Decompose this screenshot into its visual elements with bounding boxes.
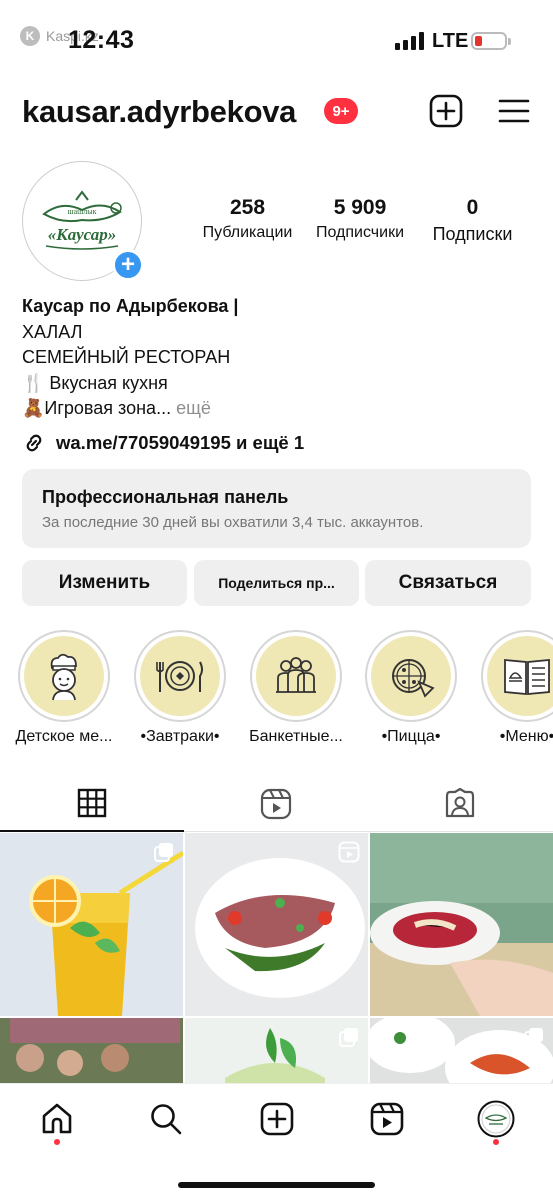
stat-posts[interactable]: 258 Публикации xyxy=(195,196,300,242)
highlight-label: •Меню• xyxy=(499,728,553,745)
post-thumbnail[interactable] xyxy=(185,1018,368,1083)
profile-avatar[interactable]: шашлык «Каусар» + xyxy=(22,161,146,285)
contact-button[interactable]: Связаться xyxy=(365,560,531,606)
tab-reels[interactable] xyxy=(184,776,368,832)
highlight-label: •Пицца• xyxy=(381,728,441,745)
profile-name: Каусар по Адырбекова | xyxy=(22,296,239,316)
status-bar: K Kaspi.kz 12:43 LTE xyxy=(0,0,553,80)
nav-reels[interactable] xyxy=(367,1099,407,1139)
search-icon xyxy=(151,1104,182,1135)
profile-notification-dot xyxy=(493,1139,499,1145)
highlight-label: Детское ме... xyxy=(15,728,113,745)
svg-text:шашлык: шашлык xyxy=(67,207,96,216)
nav-home[interactable] xyxy=(37,1099,77,1139)
bio-line: СЕМЕЙНЫЙ РЕСТОРАН xyxy=(22,347,231,367)
plate-cutlery-icon xyxy=(156,661,203,692)
battery-icon xyxy=(471,32,511,50)
profile-avatar-icon xyxy=(477,1100,515,1138)
network-type: LTE xyxy=(432,30,469,52)
tagged-icon xyxy=(445,788,475,818)
nav-profile[interactable] xyxy=(476,1099,516,1139)
event-image xyxy=(0,1018,183,1083)
professional-dashboard[interactable]: Профессиональная панель За последние 30 … xyxy=(22,469,531,548)
create-icon xyxy=(260,1102,294,1136)
account-switcher-username[interactable]: kausar.adyrbekova xyxy=(22,94,296,130)
nav-create[interactable] xyxy=(257,1099,297,1139)
bio-more-link[interactable]: ещё xyxy=(171,398,211,418)
pizza-icon xyxy=(392,659,435,698)
watermark-logo-icon: K xyxy=(20,26,40,46)
share-profile-button[interactable]: Поделиться пр... xyxy=(194,560,359,606)
menu-book-icon xyxy=(504,659,550,695)
signal-icon xyxy=(395,32,424,50)
posts-grid xyxy=(0,833,553,1083)
link-icon xyxy=(26,434,42,452)
highlight-pizza[interactable]: •Пицца• xyxy=(365,630,457,745)
stat-value: 5 909 xyxy=(333,196,387,219)
multi-post-icon xyxy=(339,1028,358,1047)
clock: 12:43 xyxy=(68,26,135,54)
post-thumbnail[interactable] xyxy=(0,833,183,1016)
plus-square-icon[interactable] xyxy=(429,94,463,128)
post-thumbnail[interactable] xyxy=(370,1018,553,1083)
bio-line: 🍴 Вкусная кухня xyxy=(22,372,168,393)
multi-post-icon xyxy=(524,1028,543,1047)
stat-value: 0 xyxy=(466,196,479,219)
post-thumbnail[interactable] xyxy=(370,833,553,1016)
reels-icon xyxy=(260,788,292,820)
post-thumbnail[interactable] xyxy=(0,1018,183,1083)
panel-subtitle: За последние 30 дней вы охватили 3,4 тыс… xyxy=(42,514,424,531)
bio-line: 🧸Игровая зона... ещё xyxy=(22,396,532,422)
hamburger-menu-icon[interactable] xyxy=(497,94,531,128)
reels-icon xyxy=(338,841,360,863)
profile-stats: 258 Публикации 5 909 Подписчики 0 Подпис… xyxy=(190,196,530,256)
highlight-label: Банкетные... xyxy=(249,728,343,745)
highlight-banquet[interactable]: Банкетные... xyxy=(249,630,343,745)
reels-icon xyxy=(370,1102,404,1136)
edit-profile-button[interactable]: Изменить xyxy=(22,560,187,606)
profile-bio: Каусар по Адырбекова | ХАЛАЛ СЕМЕЙНЫЙ РЕ… xyxy=(22,294,532,422)
highlight-breakfast[interactable]: •Завтраки• xyxy=(134,630,226,745)
highlight-kids-menu[interactable]: Детское ме... xyxy=(15,630,113,745)
grid-icon xyxy=(77,788,107,818)
stat-label: Подписки xyxy=(432,224,513,244)
stat-followers[interactable]: 5 909 Подписчики xyxy=(308,196,412,242)
kausar-logo-icon: шашлык «Каусар» xyxy=(42,190,122,250)
svg-text:«Каусар»: «Каусар» xyxy=(48,225,116,244)
nav-search[interactable] xyxy=(146,1099,186,1139)
stat-following[interactable]: 0 Подписки xyxy=(425,196,520,245)
home-icon xyxy=(42,1103,72,1134)
tab-tagged[interactable] xyxy=(368,776,552,832)
profile-header: kausar.adyrbekova 9+ xyxy=(0,88,553,136)
tab-grid[interactable] xyxy=(0,776,184,832)
stat-label: Публикации xyxy=(202,224,293,241)
chef-kid-icon xyxy=(50,653,77,701)
post-thumbnail[interactable] xyxy=(185,833,368,1016)
panel-title: Профессиональная панель xyxy=(42,487,289,507)
profile-link[interactable]: wa.me/77059049195 и ещё 1 xyxy=(22,431,304,455)
link-text[interactable]: wa.me/77059049195 и ещё 1 xyxy=(56,432,304,454)
highlight-menu[interactable]: •Меню• xyxy=(481,630,553,745)
content-tabs xyxy=(0,776,553,832)
add-story-button[interactable]: + xyxy=(112,249,144,281)
bio-line: ХАЛАЛ xyxy=(22,321,83,342)
highlight-label: •Завтраки• xyxy=(140,728,220,745)
home-indicator[interactable] xyxy=(178,1182,375,1188)
multi-post-icon xyxy=(154,843,173,862)
stat-value: 258 xyxy=(229,196,266,219)
notifications-badge[interactable]: 9+ xyxy=(324,98,358,124)
stat-label: Подписчики xyxy=(315,224,404,241)
group-people-icon xyxy=(276,657,316,693)
home-notification-dot xyxy=(54,1139,60,1145)
soup-image xyxy=(370,833,553,1016)
bio-line-text: 🧸Игровая зона... xyxy=(22,398,172,418)
